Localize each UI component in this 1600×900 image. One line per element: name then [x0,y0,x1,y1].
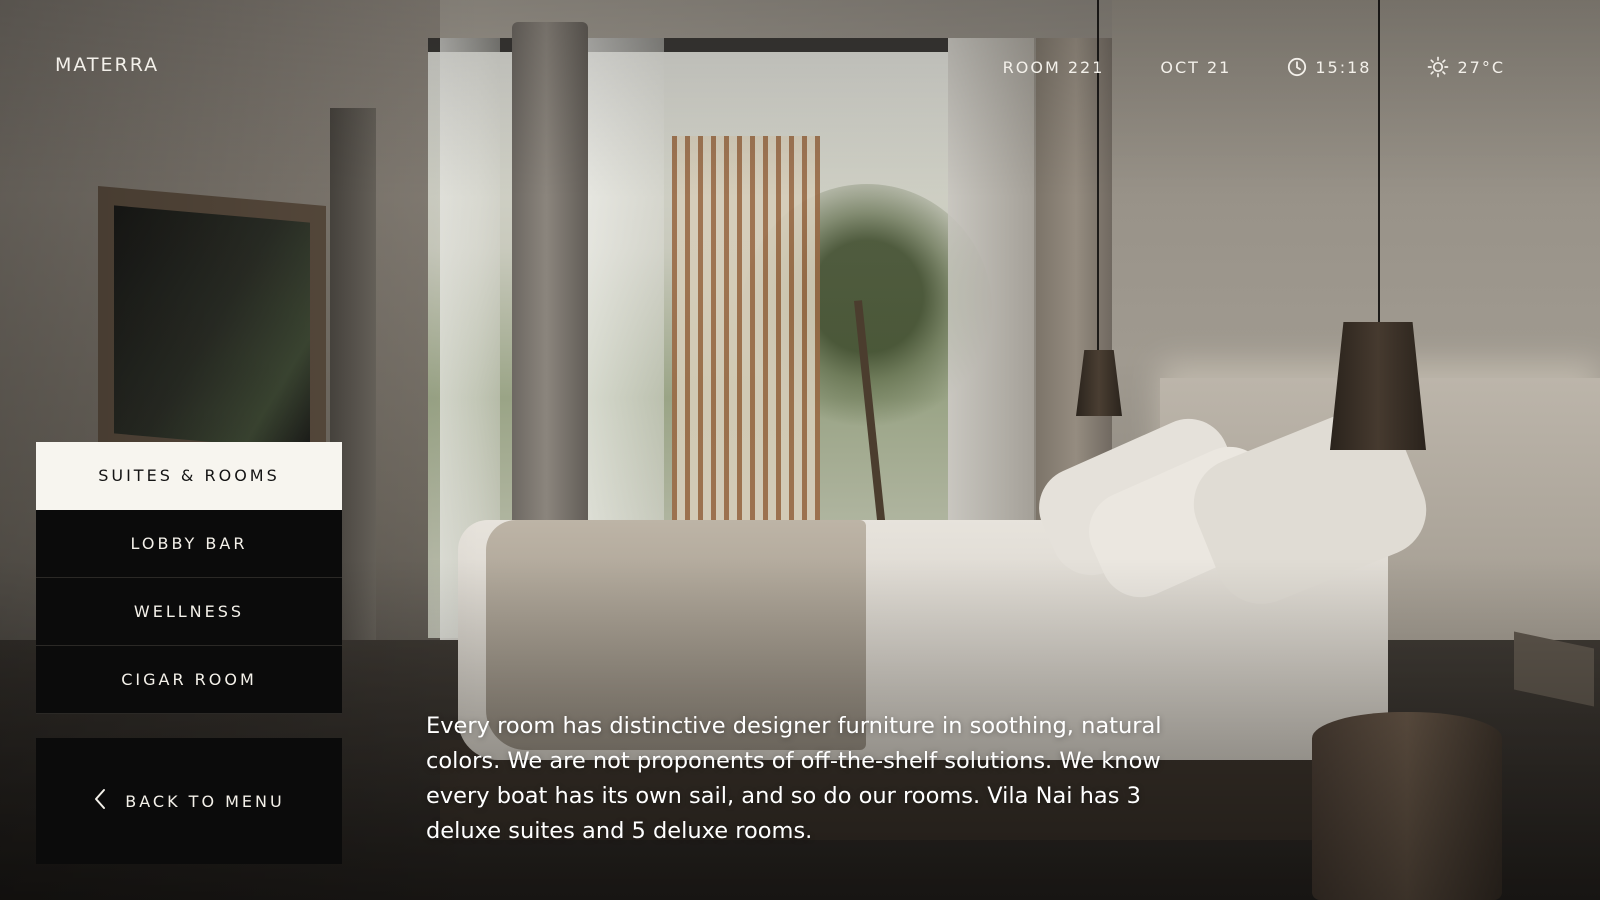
room-number-label: ROOM 221 [1002,57,1105,77]
current-date-label: OCT 21 [1160,57,1232,77]
room-description: Every room has distinctive designer furn… [426,712,1162,844]
menu-item-label: CIGAR ROOM [121,670,257,689]
current-time-label: 15:18 [1315,57,1372,77]
kiosk-screen: MATERRA ROOM 221 OCT 21 15:18 27°C SUITE… [0,0,1600,900]
menu-item-label: WELLNESS [133,602,245,621]
chevron-left-icon [93,788,107,814]
back-to-menu-label: BACK TO MENU [125,791,285,811]
menu-item-suites-rooms[interactable]: SUITES & ROOMS [36,442,342,510]
menu-item-cigar-room[interactable]: CIGAR ROOM [36,646,342,714]
menu-item-label: LOBBY BAR [130,534,248,553]
menu-item-wellness[interactable]: WELLNESS [36,578,342,646]
current-date: OCT 21 [1160,58,1231,77]
back-to-menu-button[interactable]: BACK TO MENU [36,738,342,864]
weather: 27°C [1427,56,1505,78]
current-time: 15:18 [1287,57,1371,77]
temperature-label: 27°C [1457,57,1505,77]
room-number: ROOM 221 [1003,58,1105,77]
status-bar: ROOM 221 OCT 21 15:18 27°C [1003,56,1505,78]
clock-icon [1287,57,1307,77]
sun-icon [1427,56,1449,78]
menu-item-lobby-bar[interactable]: LOBBY BAR [36,510,342,578]
brand-logo: MATERRA [55,54,160,76]
section-menu: SUITES & ROOMS LOBBY BAR WELLNESS CIGAR … [36,442,342,714]
menu-item-label: SUITES & ROOMS [98,466,280,485]
